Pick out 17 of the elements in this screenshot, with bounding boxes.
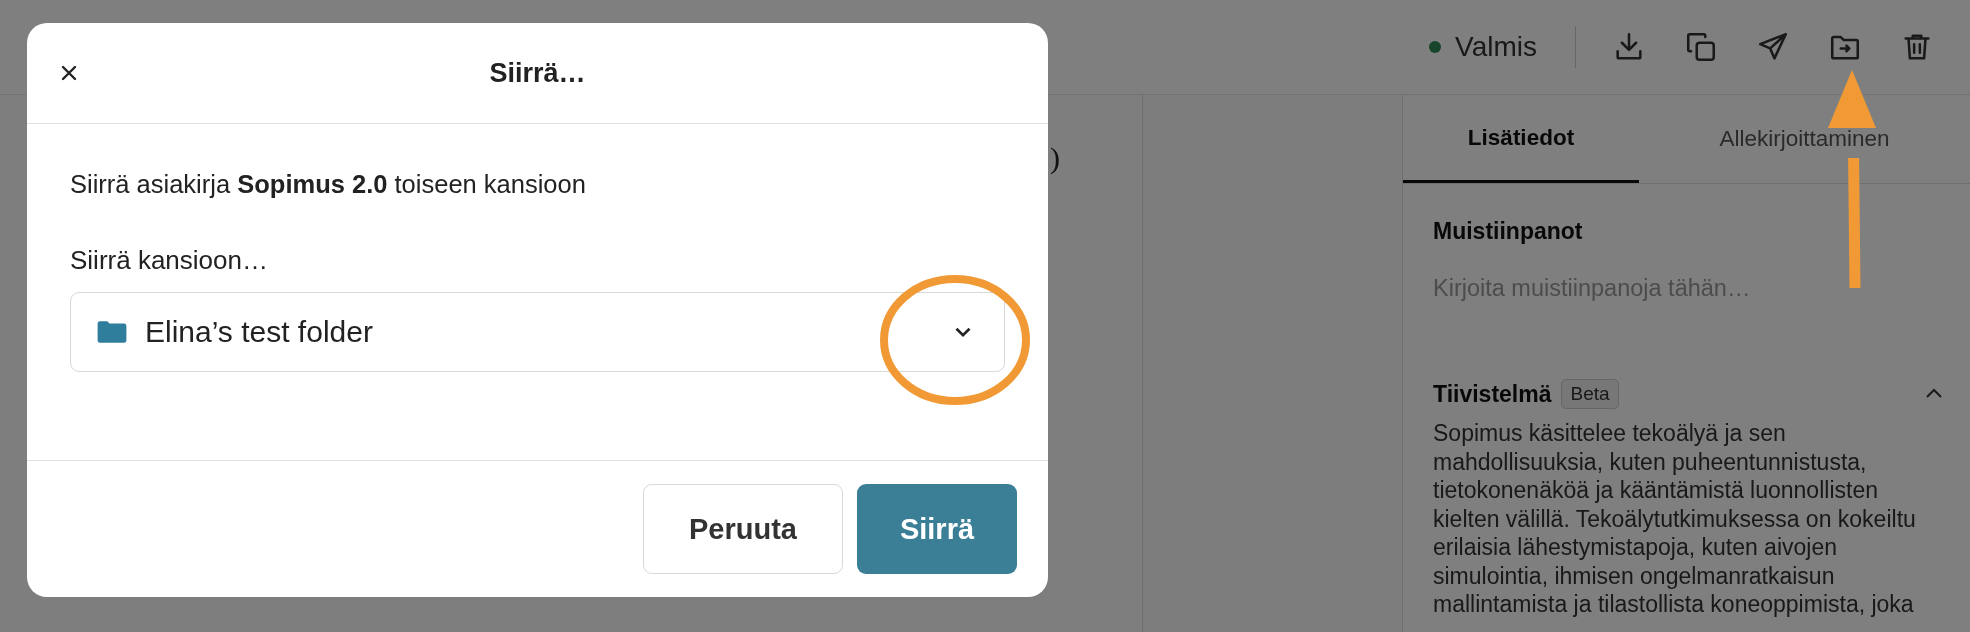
section-title: Muistiinpanot [1433,218,1584,245]
folder-select[interactable]: Elina’s test folder [70,292,1005,372]
cancel-button[interactable]: Peruuta [643,484,843,574]
copy-icon[interactable] [1684,30,1718,64]
dialog-title: Siirrä… [489,57,586,89]
tab[interactable]: Lisätiedot [1403,95,1639,183]
move-button[interactable]: Siirrä [857,484,1017,574]
folder-icon [97,320,127,344]
beta-badge: Beta [1561,379,1619,409]
section-title: Tiivistelmä [1433,380,1552,408]
dialog-message: Siirrä asiakirja Sopimus 2.0 toiseen kansioon [70,170,587,199]
field-label: Siirrä kansioon… [70,245,269,276]
status-label: Valmis [1455,31,1537,63]
status-dot [1429,41,1442,53]
summary-text: Sopimus käsittelee tekoälyä ja sen mahdollisuuksia, kuten puheentunnistusta, tietokonenäköä ja kääntämistä luonnollisten kielten välillä. Tekoälytutkimuksessa on kokeiltu erilaisia lähestymistapoja, kuten aivojen simulointia, ihmisen ongelmanratkaisun mallintamista ja tilastollista koneoppimista, joka [1433,419,1917,619]
document-text: ) [1050,141,1060,175]
tab[interactable]: Allekirjoittaminen [1639,95,1970,183]
